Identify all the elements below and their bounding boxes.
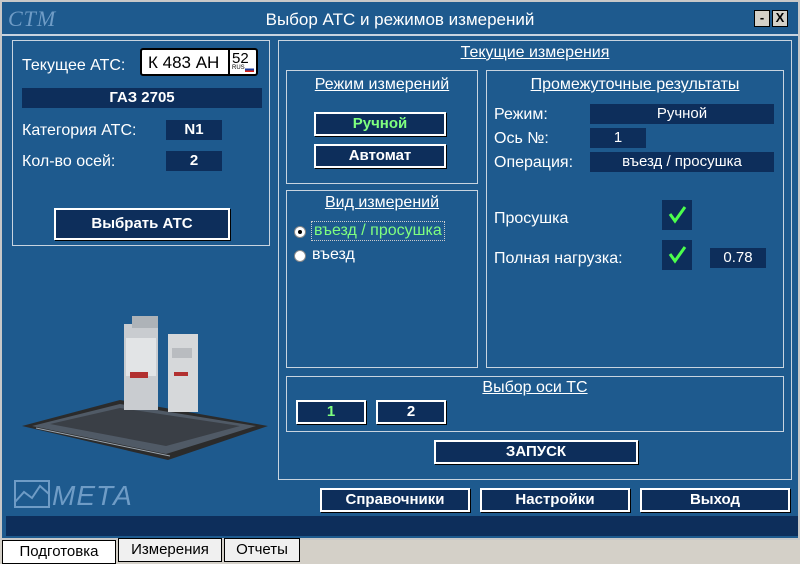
full-load-check-icon: [662, 240, 692, 270]
manual-mode-button[interactable]: Ручной: [314, 112, 446, 136]
result-axle-label: Ось №:: [494, 130, 549, 147]
category-label: Категория АТС:: [22, 122, 137, 139]
option-entry[interactable]: въезд: [312, 246, 355, 264]
current-measurements-title: Текущие измерения: [460, 44, 610, 61]
result-axle-value: 1: [590, 128, 646, 148]
window-title: Выбор АТС и режимов измерений: [265, 10, 535, 29]
exit-button[interactable]: Выход: [640, 488, 790, 512]
close-button[interactable]: X: [772, 10, 788, 27]
start-button[interactable]: ЗАПУСК: [434, 440, 638, 464]
meta-logo-icon: [14, 480, 50, 508]
option-entry-drying[interactable]: въезд / просушка: [311, 221, 445, 241]
kind-panel: [286, 190, 478, 368]
references-button[interactable]: Справочники: [320, 488, 470, 512]
full-load-value: 0.78: [710, 248, 766, 268]
axle-select-title: Выбор оси ТС: [482, 379, 588, 396]
title-bar: СТМ Выбор АТС и режимов измерений - X: [2, 2, 798, 36]
axle-1-button[interactable]: 1: [296, 400, 366, 424]
radio-entry-drying[interactable]: [294, 226, 306, 238]
axle-2-button[interactable]: 2: [376, 400, 446, 424]
tab-reports[interactable]: Отчеты: [224, 538, 300, 562]
plate-number: К 483 АН: [148, 53, 220, 72]
license-plate: К 483 АН 52 RUS: [140, 48, 258, 76]
drying-label: Просушка: [494, 210, 569, 227]
result-mode-label: Режим:: [494, 106, 548, 123]
flag-icon: [245, 67, 254, 72]
plate-divider: [228, 50, 230, 74]
results-title: Промежуточные результаты: [530, 76, 740, 93]
status-bar: [6, 516, 798, 536]
radio-entry[interactable]: [294, 250, 306, 262]
current-vehicle-label: Текущее АТС:: [22, 57, 126, 74]
main-window: СТМ Выбор АТС и режимов измерений - X Те…: [0, 0, 800, 540]
axles-value: 2: [166, 151, 222, 171]
tab-preparation[interactable]: Подготовка: [2, 540, 116, 564]
vehicle-model: ГАЗ 2705: [22, 88, 262, 108]
result-mode-value: Ручной: [590, 104, 774, 124]
tab-measurements[interactable]: Измерения: [118, 538, 222, 562]
minimize-button[interactable]: -: [754, 10, 770, 27]
bottom-tabs: Подготовка Измерения Отчеты: [0, 538, 800, 564]
meta-logo-text: МЕТА: [52, 480, 133, 511]
axles-label: Кол-во осей:: [22, 153, 116, 170]
full-load-label: Полная нагрузка:: [494, 250, 623, 267]
category-value: N1: [166, 120, 222, 140]
select-vehicle-button[interactable]: Выбрать АТС: [54, 208, 230, 240]
drying-check-icon: [662, 200, 692, 230]
mode-title: Режим измерений: [314, 76, 450, 93]
settings-button[interactable]: Настройки: [480, 488, 630, 512]
kind-title: Вид измерений: [324, 194, 440, 211]
result-op-value: въезд / просушка: [590, 152, 774, 172]
plate-country: RUS: [232, 65, 245, 71]
result-op-label: Операция:: [494, 154, 574, 171]
measurement-stand-image: [22, 316, 268, 460]
auto-mode-button[interactable]: Автомат: [314, 144, 446, 168]
